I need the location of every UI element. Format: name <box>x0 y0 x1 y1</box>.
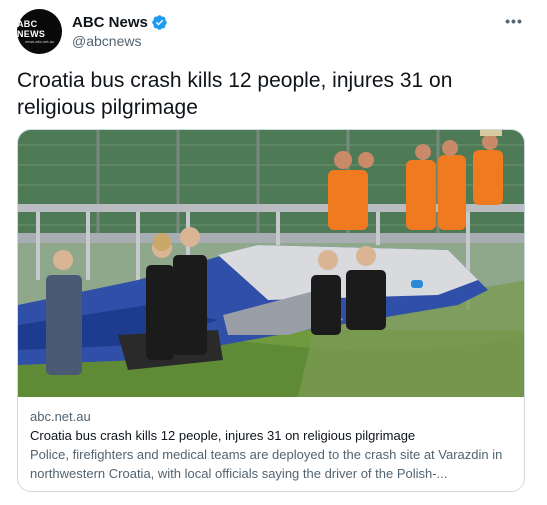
link-card[interactable]: abc.net.au Croatia bus crash kills 12 pe… <box>17 129 525 492</box>
card-description: Police, firefighters and medical teams a… <box>30 447 503 481</box>
tweet[interactable]: ABC NEWS news.abc.net.au ABC News @abcne… <box>0 0 547 505</box>
tweet-header: ABC NEWS news.abc.net.au ABC News @abcne… <box>17 9 529 54</box>
card-body: abc.net.au Croatia bus crash kills 12 pe… <box>18 397 524 483</box>
more-dots-icon[interactable]: ••• <box>503 13 525 29</box>
display-name-row: ABC News <box>72 13 168 32</box>
author-names: ABC News @abcnews <box>72 13 168 50</box>
avatar-subtext: news.abc.net.au <box>24 39 55 44</box>
avatar-logo: ABC NEWS <box>17 19 46 39</box>
display-name[interactable]: ABC News <box>72 13 148 32</box>
card-title[interactable]: Croatia bus crash kills 12 people, injur… <box>30 426 512 445</box>
verified-badge-icon <box>151 14 168 31</box>
tweet-text: Croatia bus crash kills 12 people, injur… <box>17 69 453 119</box>
avatar[interactable]: ABC NEWS news.abc.net.au <box>17 9 62 54</box>
card-domain: abc.net.au <box>30 409 91 424</box>
card-image[interactable] <box>18 130 525 397</box>
handle[interactable]: @abcnews <box>72 32 168 50</box>
